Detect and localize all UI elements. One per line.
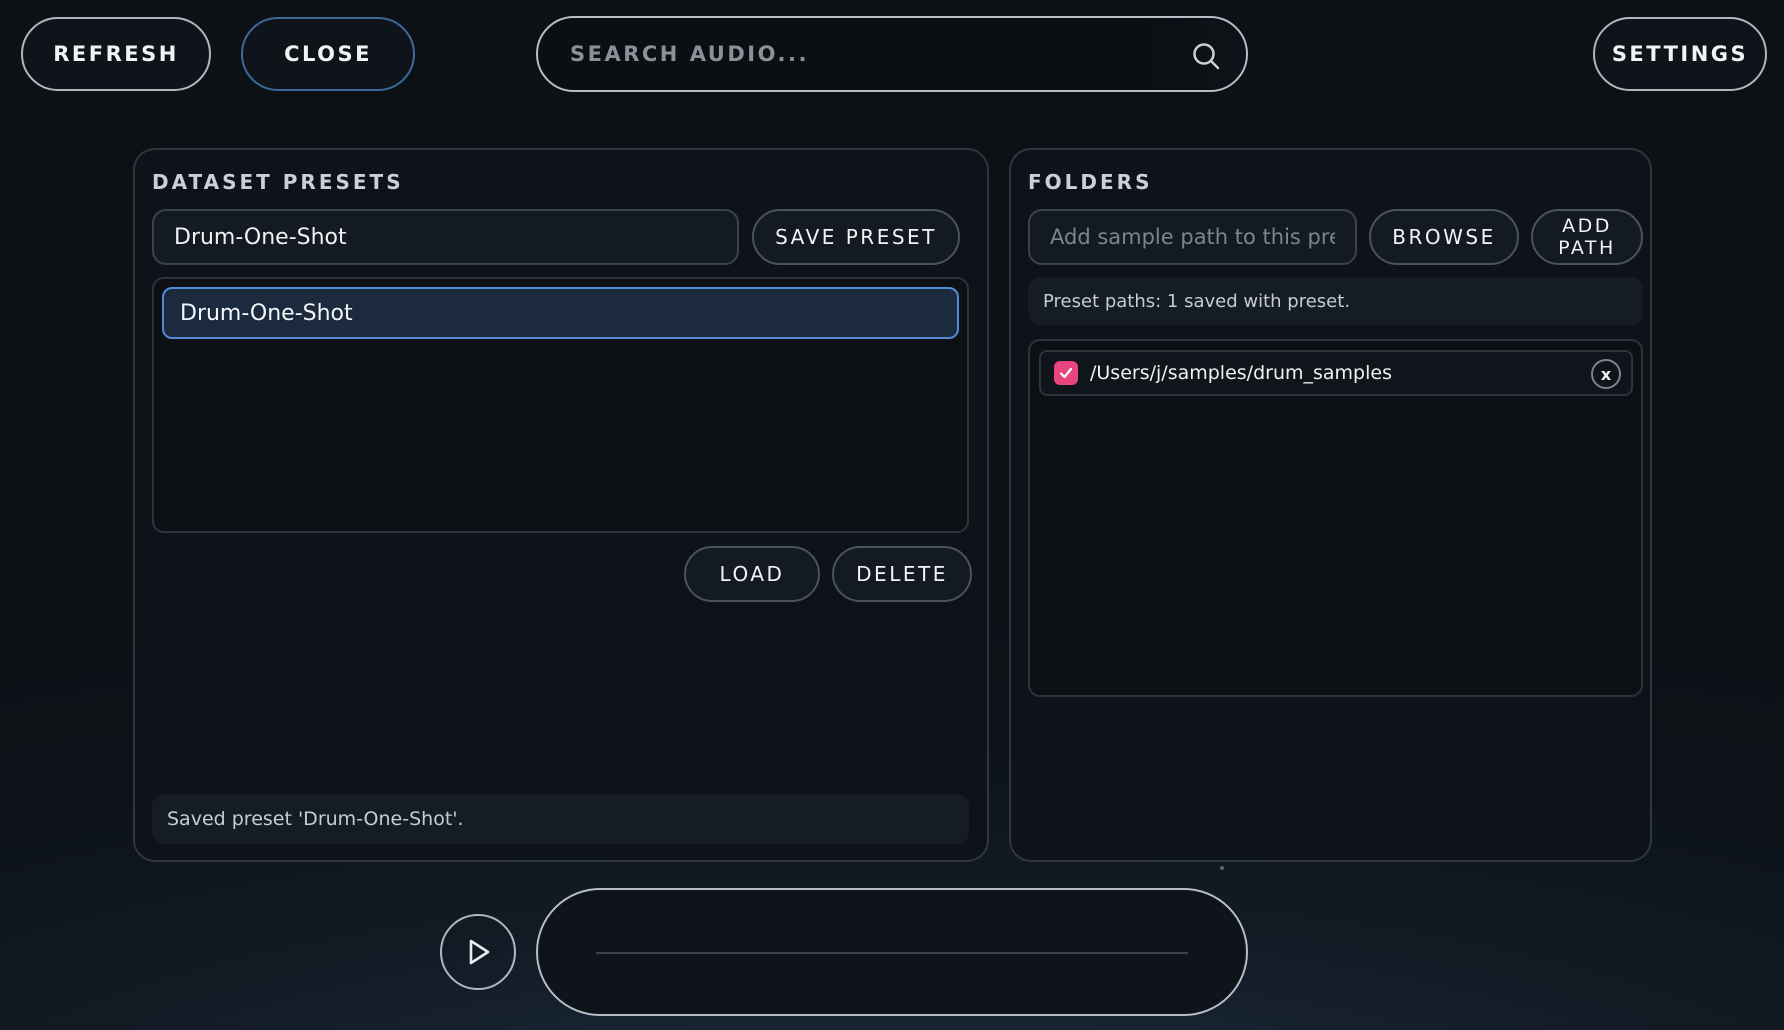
search-icon[interactable]	[1190, 40, 1222, 72]
close-button[interactable]: CLOSE	[241, 17, 415, 91]
path-checkbox[interactable]	[1054, 361, 1078, 385]
search-input[interactable]	[568, 41, 1152, 67]
panel-title: FOLDERS	[1028, 170, 1153, 194]
list-item: /Users/j/samples/drum_samples x	[1039, 350, 1633, 396]
play-button[interactable]	[440, 914, 516, 990]
panel-title: DATASET PRESETS	[152, 170, 404, 194]
sample-path-input[interactable]	[1028, 209, 1357, 265]
play-icon	[469, 939, 490, 965]
search-bar	[536, 16, 1248, 92]
folders-panel: FOLDERS BROWSE ADD PATH Preset paths: 1 …	[1009, 148, 1652, 862]
refresh-button[interactable]: REFRESH	[21, 17, 211, 91]
preset-name-input[interactable]	[152, 209, 739, 265]
divider-dot	[1220, 866, 1224, 870]
preset-paths-info: Preset paths: 1 saved with preset.	[1028, 277, 1643, 325]
add-path-button[interactable]: ADD PATH	[1531, 209, 1643, 265]
browse-button[interactable]: BROWSE	[1369, 209, 1519, 265]
dataset-presets-panel: DATASET PRESETS SAVE PRESET Drum-One-Sho…	[133, 148, 989, 862]
status-message: Saved preset 'Drum-One-Shot'.	[152, 794, 969, 844]
save-preset-button[interactable]: SAVE PRESET	[752, 209, 960, 265]
checkmark-icon	[1059, 367, 1073, 379]
settings-button[interactable]: SETTINGS	[1593, 17, 1767, 91]
waveform-baseline	[596, 952, 1188, 954]
load-button[interactable]: LOAD	[684, 546, 820, 602]
path-list: /Users/j/samples/drum_samples x	[1028, 339, 1643, 697]
path-label: /Users/j/samples/drum_samples	[1090, 362, 1392, 384]
preset-list: Drum-One-Shot	[152, 277, 969, 533]
waveform-display[interactable]	[536, 888, 1248, 1016]
list-item[interactable]: Drum-One-Shot	[162, 287, 959, 339]
delete-button[interactable]: DELETE	[832, 546, 972, 602]
remove-path-button[interactable]: x	[1591, 359, 1621, 389]
